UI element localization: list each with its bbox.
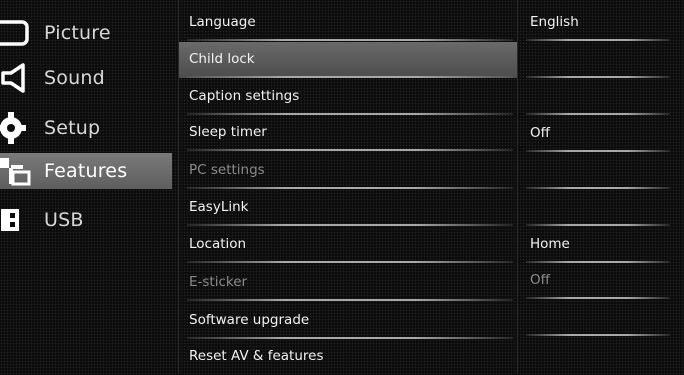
- menu-label: Software upgrade: [189, 312, 310, 328]
- menu-item-pc-settings: PC settings: [179, 153, 517, 189]
- nav-item-features[interactable]: Features: [0, 153, 172, 189]
- category-nav: Picture Sound Setup Features USB: [0, 0, 172, 373]
- row-divider: [187, 187, 513, 189]
- features-icon: [0, 154, 36, 188]
- menu-label: EasyLink: [189, 199, 249, 215]
- row-divider: [526, 39, 670, 41]
- usb-icon: [0, 203, 36, 237]
- menu-item-e-sticker: E-sticker: [179, 265, 517, 301]
- row-divider: [526, 150, 670, 152]
- value-label: English: [530, 14, 579, 30]
- nav-item-usb[interactable]: USB: [0, 202, 172, 238]
- menu-label: E-sticker: [189, 274, 248, 290]
- menu-item-child-lock[interactable]: Child lock: [179, 42, 517, 78]
- row-divider: [187, 149, 513, 151]
- menu-label: Reset AV & features: [189, 348, 324, 364]
- nav-item-sound[interactable]: Sound: [0, 60, 172, 96]
- menu-item-software-upgrade[interactable]: Software upgrade: [179, 303, 517, 339]
- row-divider: [187, 224, 513, 226]
- value-location: Home: [522, 227, 684, 263]
- value-pc-settings: [522, 153, 684, 189]
- menu-item-sleep-timer[interactable]: Sleep timer: [179, 115, 517, 151]
- value-e-sticker: Off: [522, 263, 684, 299]
- value-sleep-timer: Off: [522, 116, 684, 152]
- menu-item-location[interactable]: Location: [179, 227, 517, 263]
- menu-label: Child lock: [189, 51, 255, 67]
- row-divider: [187, 39, 513, 41]
- value-child-lock: [522, 42, 684, 78]
- value-caption-settings: [522, 79, 684, 115]
- menu-label: Location: [189, 236, 247, 252]
- value-software-upgrade: [522, 300, 684, 336]
- value-easylink: [522, 190, 684, 226]
- row-divider: [526, 76, 670, 78]
- menu-label: Language: [189, 14, 256, 30]
- sound-icon: [0, 61, 36, 95]
- row-divider: [526, 113, 670, 115]
- setup-gear-icon: [0, 111, 36, 145]
- row-divider: [526, 334, 670, 336]
- row-divider: [526, 187, 670, 189]
- features-menu: Language Child lock Caption settings Sle…: [178, 0, 518, 373]
- menu-label: Sleep timer: [189, 124, 267, 140]
- nav-label-features: Features: [44, 160, 128, 182]
- nav-label-usb: USB: [44, 209, 84, 231]
- tv-settings-menu: Picture Sound Setup Features USB Languag…: [0, 0, 684, 373]
- row-divider: [187, 76, 513, 78]
- nav-item-setup[interactable]: Setup: [0, 110, 172, 146]
- row-divider: [187, 261, 513, 263]
- value-language: English: [522, 5, 684, 41]
- row-divider: [526, 297, 670, 299]
- value-label: Home: [530, 236, 570, 252]
- value-label: Off: [530, 125, 550, 141]
- menu-label: PC settings: [189, 162, 265, 178]
- nav-item-picture[interactable]: Picture: [0, 15, 172, 51]
- value-label: Off: [530, 272, 550, 288]
- menu-item-easylink[interactable]: EasyLink: [179, 190, 517, 226]
- menu-item-caption-settings[interactable]: Caption settings: [179, 79, 517, 115]
- menu-label: Caption settings: [189, 88, 300, 104]
- menu-item-language[interactable]: Language: [179, 5, 517, 41]
- nav-label-sound: Sound: [44, 67, 105, 89]
- row-divider: [187, 299, 513, 301]
- values-column: English Off Home Off: [522, 0, 684, 373]
- nav-label-setup: Setup: [44, 117, 101, 139]
- nav-label-picture: Picture: [44, 22, 111, 44]
- picture-icon: [0, 16, 36, 50]
- row-divider: [526, 224, 670, 226]
- menu-item-reset-av-features[interactable]: Reset AV & features: [179, 339, 517, 375]
